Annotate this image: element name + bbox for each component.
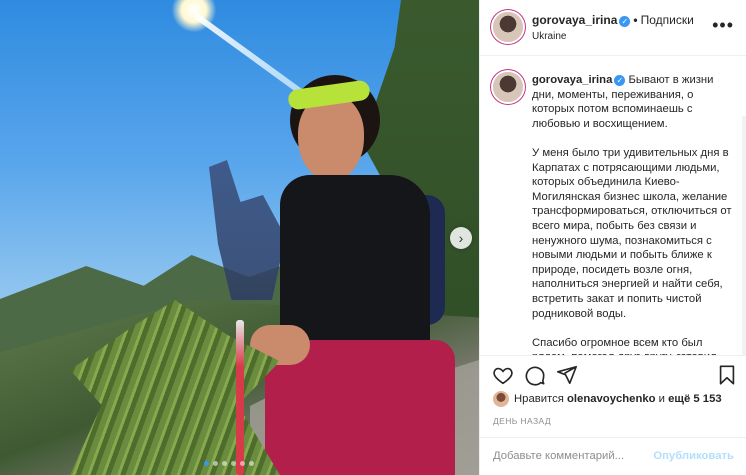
next-slide-button[interactable]: ›: [450, 227, 472, 249]
carousel-dot: [204, 461, 209, 466]
carousel-dot: [240, 461, 245, 466]
action-bar: [480, 355, 746, 395]
liker-username[interactable]: olenavoychenko: [567, 393, 656, 405]
caption-paragraph: Спасибо огромное всем кто был рядом, пом…: [532, 336, 717, 355]
caption-avatar[interactable]: [493, 72, 523, 102]
comment-icon[interactable]: [524, 364, 546, 386]
bookmark-icon[interactable]: [716, 364, 738, 386]
liker-avatar[interactable]: [493, 391, 509, 407]
verified-badge-icon: ✓: [614, 75, 626, 86]
post-timestamp[interactable]: ДЕНЬ НАЗАД: [493, 416, 551, 426]
carousel-dot: [249, 461, 254, 466]
add-comment-bar: Опубликовать: [480, 437, 746, 475]
carousel-dot: [213, 461, 218, 466]
post-side-panel: gorovaya_irina ✓ • Подписки Ukraine ••• gor…: [479, 0, 746, 475]
comment-input[interactable]: [493, 450, 653, 462]
publish-button[interactable]: Опубликовать: [653, 450, 734, 462]
avatar[interactable]: [493, 12, 523, 42]
username-link[interactable]: gorovaya_irina: [532, 13, 617, 27]
carousel-dot: [222, 461, 227, 466]
post-photo[interactable]: ›: [0, 0, 479, 475]
likes-prefix: Нравится: [514, 393, 564, 405]
header-user-line: gorovaya_irina ✓ • Подписки: [532, 13, 694, 27]
likes-count[interactable]: ещё 5 153: [668, 393, 722, 405]
caption-paragraph: gorovaya_irina ✓ Бывают в жизни дни, моме…: [532, 73, 732, 131]
verified-badge-icon: ✓: [619, 16, 631, 27]
heart-icon[interactable]: [492, 364, 514, 386]
hiker-woman: [250, 75, 455, 475]
trekking-pole: [236, 320, 244, 475]
likes-summary: Нравится olenavoychenko и ещё 5 153: [493, 391, 722, 407]
comments-area[interactable]: gorovaya_irina ✓ Бывают в жизни дни, моме…: [480, 56, 746, 355]
chevron-right-icon: ›: [458, 230, 464, 246]
caption-paragraph: У меня было три удивительных дня в Карпа…: [532, 146, 732, 320]
carousel-dot: [231, 461, 236, 466]
more-options-icon[interactable]: •••: [712, 15, 734, 36]
location-link[interactable]: Ukraine: [532, 31, 566, 42]
likes-and: и: [658, 393, 665, 405]
following-button[interactable]: Подписки: [641, 13, 694, 27]
caption-username[interactable]: gorovaya_irina: [532, 74, 612, 86]
separator: •: [633, 13, 638, 27]
post-caption: gorovaya_irina ✓ Бывают в жизни дни, моме…: [532, 73, 732, 355]
post-header: gorovaya_irina ✓ • Подписки Ukraine •••: [480, 0, 746, 56]
scrollbar[interactable]: [742, 116, 746, 355]
share-icon[interactable]: [556, 364, 578, 386]
carousel-indicator: [204, 461, 254, 466]
